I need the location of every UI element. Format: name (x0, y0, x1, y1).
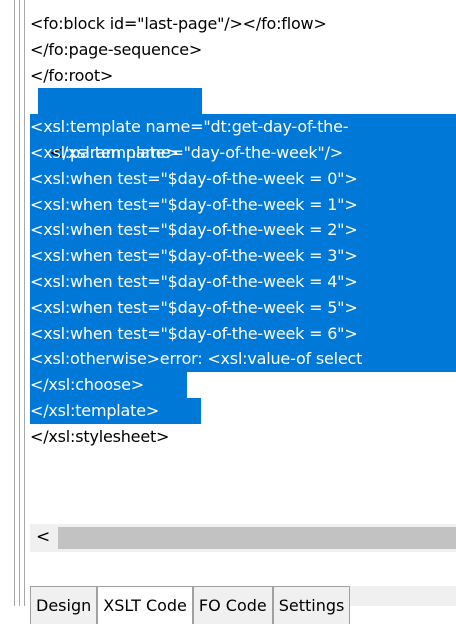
selection-highlight (38, 88, 202, 115)
code-line: </fo:root> (30, 63, 456, 89)
code-line-selected: </xsl:template> (30, 88, 456, 162)
tab-design[interactable]: Design (30, 586, 98, 624)
code-line: </xsl:stylesheet> (30, 424, 456, 450)
gutter-line (24, 0, 25, 606)
code-line-text: </xsl:choose> (30, 375, 144, 395)
tab-fo-code[interactable]: FO Code (192, 586, 273, 624)
code-line-selected: </xsl:template> (30, 397, 456, 424)
horizontal-scrollbar[interactable]: < (30, 524, 456, 552)
scrollbar-thumb[interactable] (58, 527, 456, 549)
code-line-text: </xsl:stylesheet> (30, 426, 170, 446)
gutter-line (14, 0, 15, 606)
code-line-selected: <xsl:template name="dt:get-day-of-the- (30, 114, 456, 140)
code-line-selected: <xsl:when test="$day-of-the-week = 3"> (30, 243, 456, 269)
code-line-text: <xsl:otherwise> (30, 349, 160, 369)
code-line-text: <xsl:when test="$day-of-the-week = 6"> (30, 323, 358, 343)
code-line-text: <xsl:when test="$day-of-the-week = 4"> (30, 271, 358, 291)
code-line-selected: <xsl:when test="$day-of-the-week = 5"> (30, 294, 456, 321)
editor-gutter (0, 0, 28, 606)
view-tabs: Design XSLT Code FO Code Settings (30, 586, 351, 624)
code-line: </fo:page-sequence> (30, 37, 456, 63)
gutter-line (19, 0, 20, 606)
code-editor[interactable]: <fo:block id="last-page"/></fo:flow> </f… (30, 11, 456, 522)
code-line-selected: <xsl:otherwise>error: <xsl:value-of sele… (30, 346, 456, 373)
code-line-text: <xsl:when test="$day-of-the-week = 0"> (30, 168, 358, 188)
code-line-text: </fo:root> (30, 65, 114, 85)
code-line-text: <xsl:when test="$day-of-the-week = 5"> (30, 297, 358, 317)
code-line-selected: <xsl:when test="$day-of-the-week = 0"> (30, 165, 456, 192)
code-line-selected: <xsl:when test="$day-of-the-week = 1"> (30, 191, 456, 218)
code-line: <fo:block id="last-page"/></fo:flow> (30, 11, 456, 37)
code-line-text: <fo:block id="last-page"/></fo:flow> (30, 14, 327, 33)
code-line-text: </fo:page-sequence> (30, 39, 203, 59)
code-line-text: error: <xsl:value-of select (159, 349, 363, 369)
code-line-selected: <xsl:when test="$day-of-the-week = 2"> (30, 217, 456, 244)
code-line-selected: <xsl:param name="day-of-the-week"/> (30, 139, 456, 166)
tab-settings[interactable]: Settings (272, 586, 351, 624)
code-line-selected: </xsl:choose> (30, 372, 456, 398)
code-line-text: <xsl:template name="dt:get-day-of-the- (30, 117, 349, 137)
code-line-text: <xsl:when test="$day-of-the-week = 3"> (30, 246, 358, 266)
scroll-left-icon[interactable]: < (36, 527, 50, 547)
code-line-text: <xsl:param name="day-of-the-week"/> (30, 142, 343, 162)
code-line-text: <xsl:when test="$day-of-the-week = 1"> (30, 194, 358, 214)
code-line-selected: <xsl:when test="$day-of-the-week = 4"> (30, 268, 456, 295)
code-line-text: </xsl:template> (30, 400, 160, 420)
tab-xslt-code[interactable]: XSLT Code (97, 586, 193, 624)
code-line-selected: <xsl:when test="$day-of-the-week = 6"> (30, 320, 456, 347)
code-line-text: <xsl:when test="$day-of-the-week = 2"> (30, 220, 358, 240)
